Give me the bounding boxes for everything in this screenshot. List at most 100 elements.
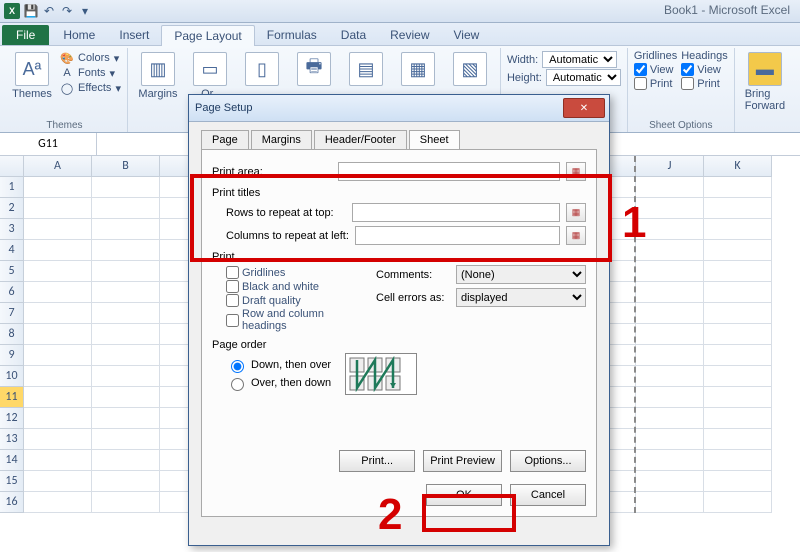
cell[interactable] [636,345,704,366]
dialog-close-button[interactable]: ✕ [563,98,605,118]
cell[interactable] [24,282,92,303]
cell[interactable] [636,387,704,408]
cell[interactable] [92,219,160,240]
cell[interactable] [636,429,704,450]
ok-button[interactable]: OK [426,484,502,506]
gridlines-print-check[interactable]: Print [634,77,677,90]
cell[interactable] [24,303,92,324]
gridlines-view-check[interactable]: View [634,63,677,76]
qat-customize-icon[interactable]: ▾ [76,2,94,20]
cell[interactable] [24,345,92,366]
cell[interactable] [24,492,92,513]
row-header[interactable]: 2 [0,198,24,219]
cell[interactable] [636,366,704,387]
redo-icon[interactable]: ↷ [58,2,76,20]
row-header[interactable]: 3 [0,219,24,240]
print-area-input[interactable] [338,162,560,181]
cell[interactable] [704,282,772,303]
cell[interactable] [704,450,772,471]
cell[interactable] [24,324,92,345]
row-header[interactable]: 7 [0,303,24,324]
cancel-button[interactable]: Cancel [510,484,586,506]
cols-repeat-input[interactable] [355,226,560,245]
tab-file[interactable]: File [2,25,49,45]
cell[interactable] [704,240,772,261]
cell[interactable] [92,177,160,198]
dialog-tab-sheet[interactable]: Sheet [409,130,460,149]
cell[interactable] [92,429,160,450]
cell[interactable] [636,177,704,198]
row-header[interactable]: 15 [0,471,24,492]
cell[interactable] [92,408,160,429]
cell[interactable] [24,240,92,261]
effects-button[interactable]: ◯Effects▾ [60,81,121,95]
print-preview-button[interactable]: Print Preview [423,450,502,472]
cell[interactable] [704,261,772,282]
themes-button[interactable]: Aª Themes [8,50,56,102]
cell[interactable] [92,324,160,345]
print-rch-check[interactable]: Row and column headings [226,308,352,332]
options-button[interactable]: Options... [510,450,586,472]
col-header[interactable]: K [704,156,772,177]
tab-formulas[interactable]: Formulas [255,25,329,45]
cell[interactable] [704,387,772,408]
dialog-tab-header-footer[interactable]: Header/Footer [314,130,407,149]
cell[interactable] [636,324,704,345]
cell[interactable] [636,261,704,282]
cell[interactable] [92,450,160,471]
cell[interactable] [92,261,160,282]
row-header[interactable]: 12 [0,408,24,429]
cell[interactable] [92,492,160,513]
tab-insert[interactable]: Insert [107,25,161,45]
print-bw-check[interactable]: Black and white [226,280,352,293]
save-icon[interactable]: 💾 [22,2,40,20]
tab-page-layout[interactable]: Page Layout [161,25,254,46]
row-header[interactable]: 11 [0,387,24,408]
cell[interactable] [24,261,92,282]
headings-print-check[interactable]: Print [681,77,727,90]
cell[interactable] [24,198,92,219]
tab-view[interactable]: View [442,25,492,45]
cell[interactable] [24,429,92,450]
name-box[interactable]: G11 [0,133,97,155]
cell[interactable] [92,198,160,219]
row-header[interactable]: 16 [0,492,24,513]
width-combo[interactable]: Automatic [542,51,617,68]
print-gridlines-check[interactable]: Gridlines [226,266,352,279]
select-all-corner[interactable] [0,156,24,177]
cell[interactable] [92,387,160,408]
rows-repeat-input[interactable] [352,203,560,222]
cell[interactable] [704,492,772,513]
row-header[interactable]: 5 [0,261,24,282]
cell[interactable] [636,450,704,471]
cell[interactable] [24,450,92,471]
cell[interactable] [636,471,704,492]
bring-forward-button[interactable]: ▬Bring Forward [741,50,789,114]
cell[interactable] [636,303,704,324]
margins-button[interactable]: ▥Margins [134,50,182,102]
col-header[interactable]: B [92,156,160,177]
cell[interactable] [24,408,92,429]
print-draft-check[interactable]: Draft quality [226,294,352,307]
comments-select[interactable]: (None) [456,265,586,284]
cell[interactable] [704,198,772,219]
cell[interactable] [704,324,772,345]
order-over-radio[interactable]: Over, then down [226,375,331,391]
print-button[interactable]: Print... [339,450,415,472]
cell[interactable] [704,219,772,240]
cell[interactable] [92,345,160,366]
cell[interactable] [92,282,160,303]
cell-errors-select[interactable]: displayed [456,288,586,307]
cell[interactable] [704,345,772,366]
tab-home[interactable]: Home [51,25,107,45]
row-header[interactable]: 13 [0,429,24,450]
height-combo[interactable]: Automatic [546,69,621,86]
cell[interactable] [704,177,772,198]
print-area-ref-button[interactable]: ▦ [566,162,586,181]
undo-icon[interactable]: ↶ [40,2,58,20]
row-header[interactable]: 1 [0,177,24,198]
cell[interactable] [92,471,160,492]
cell[interactable] [704,408,772,429]
cell[interactable] [24,471,92,492]
colors-button[interactable]: 🎨Colors▾ [60,51,121,65]
